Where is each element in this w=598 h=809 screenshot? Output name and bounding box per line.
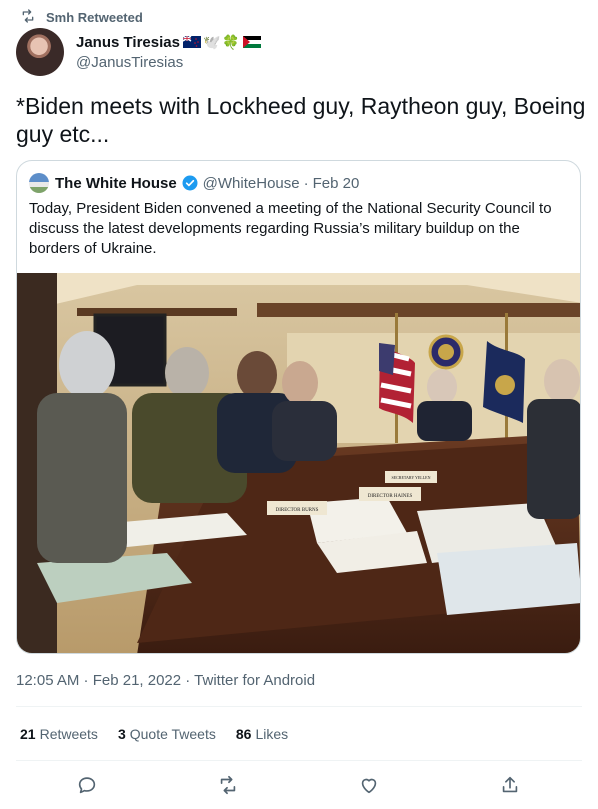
likes-stat[interactable]: 86 Likes xyxy=(236,726,288,742)
divider xyxy=(16,760,582,761)
quote-tweets-stat[interactable]: 3 Quote Tweets xyxy=(118,726,216,742)
quoted-date[interactable]: Feb 20 xyxy=(313,175,360,192)
quoted-avatar[interactable] xyxy=(29,173,49,193)
retweeted-label: Smh Retweeted xyxy=(46,9,143,25)
author-handle[interactable]: @JanusTiresias xyxy=(76,54,261,71)
retweeted-header[interactable]: Smh Retweeted xyxy=(20,8,143,26)
retweet-icon xyxy=(20,8,36,27)
avatar[interactable] xyxy=(16,28,64,76)
clover-icon: 🍀 xyxy=(222,34,240,50)
verified-badge-icon xyxy=(181,174,199,192)
quoted-text: Today, President Biden convened a meetin… xyxy=(29,200,552,257)
quoted-separator: · xyxy=(303,174,309,192)
nameplate-yellen: SECRETARY YELLEN xyxy=(391,475,430,480)
dove-icon: 🕊️ xyxy=(202,34,221,50)
nameplate-burns: DIRECTOR BURNS xyxy=(276,508,319,513)
quoted-photo[interactable]: DIRECTOR BURNS DIRECTOR HAINES SECRETARY… xyxy=(17,273,581,654)
tweet-timestamp[interactable]: 12:05 AM · Feb 21, 2022 · Twitter for An… xyxy=(16,672,315,689)
divider xyxy=(16,706,582,707)
author-name[interactable]: Janus Tiresias xyxy=(76,34,180,51)
quoted-author-name: The White House xyxy=(55,174,177,192)
retweets-stat[interactable]: 21 Retweets xyxy=(20,726,98,742)
quoted-author-handle: @WhiteHouse xyxy=(202,174,300,192)
nameplate-haines: DIRECTOR HAINES xyxy=(368,494,413,499)
tweet-stats: 21 Retweets 3 Quote Tweets 86 Likes xyxy=(20,726,288,742)
palestine-flag-icon xyxy=(242,36,261,48)
action-bar xyxy=(0,770,598,800)
nz-flag-icon xyxy=(182,36,201,48)
quoted-tweet[interactable]: The White House @WhiteHouse · Feb 20 Tod… xyxy=(16,160,581,654)
retweet-action-icon[interactable] xyxy=(217,774,239,796)
tweet-text: *Biden meets with Lockheed guy, Raytheon… xyxy=(16,93,586,147)
share-icon[interactable] xyxy=(499,774,521,796)
reply-icon[interactable] xyxy=(76,774,98,796)
author-block: Janus Tiresias 🕊️ 🍀 @JanusTiresias xyxy=(76,32,261,71)
like-icon[interactable] xyxy=(358,774,380,796)
